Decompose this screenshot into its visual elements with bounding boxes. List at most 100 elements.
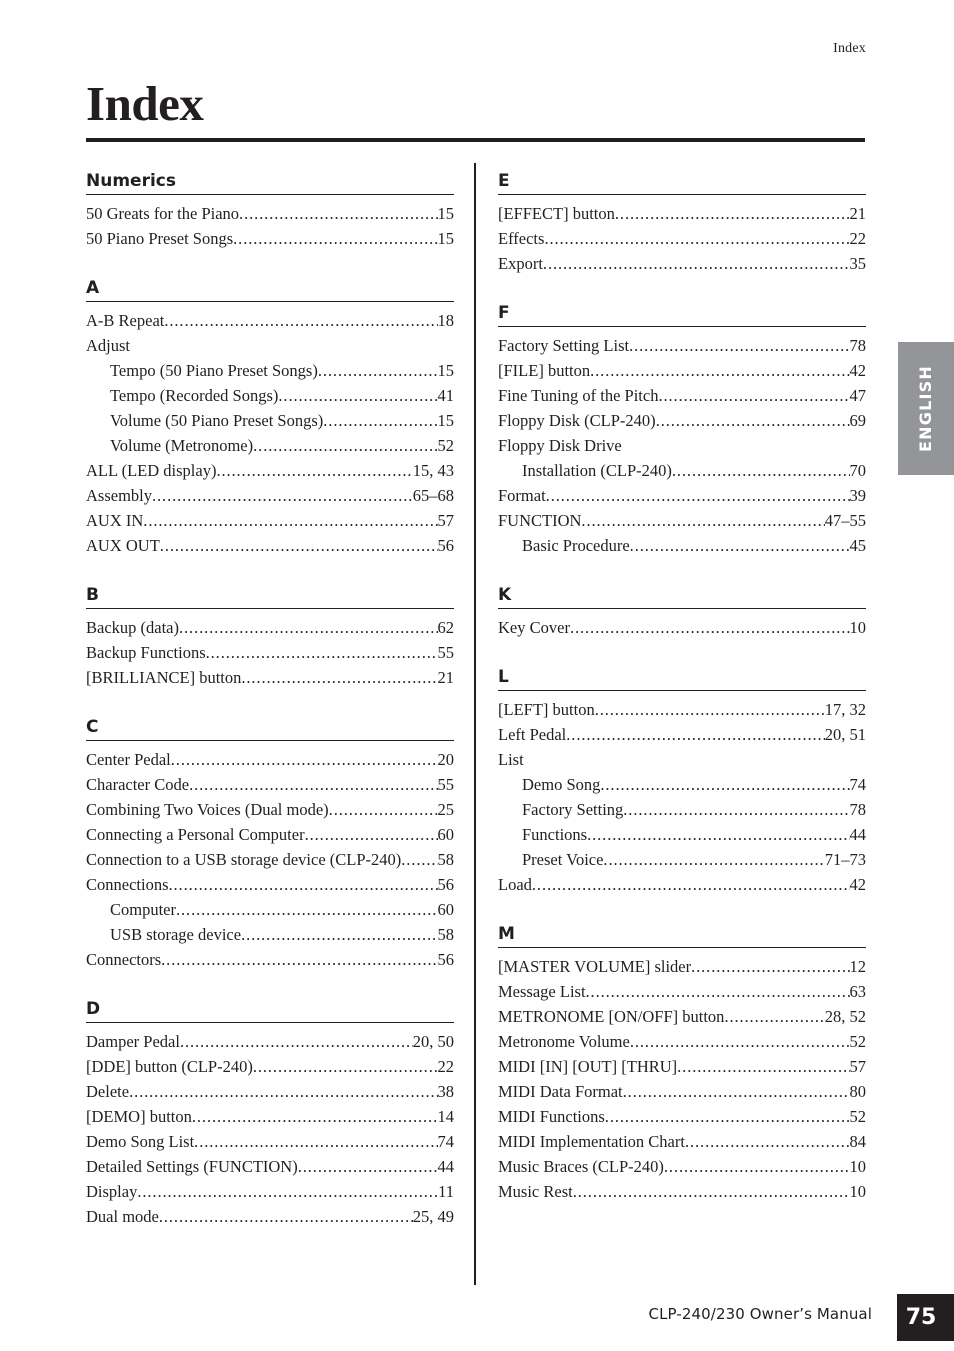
index-entry[interactable]: Left Pedal 20, 51	[498, 722, 866, 747]
index-entry[interactable]: Metronome Volume 52	[498, 1029, 866, 1054]
index-entry[interactable]: Delete 38	[86, 1079, 454, 1104]
index-entry-label: Preset Voice	[522, 850, 604, 869]
section-letter-heading: K	[498, 585, 512, 605]
index-entry[interactable]: Backup Functions 55	[86, 640, 454, 665]
index-entry[interactable]: Load 42	[498, 872, 866, 897]
index-entry[interactable]: Effects 22	[498, 226, 866, 251]
index-section-numerics: Numerics50 Greats for the Piano1550 Pian…	[86, 171, 454, 251]
index-entry[interactable]: Connectors 56	[86, 947, 454, 972]
index-entry-page-number: 22	[849, 229, 867, 248]
index-entry[interactable]: Display 11	[86, 1179, 454, 1204]
leader-dots	[164, 308, 437, 333]
index-entry[interactable]: Center Pedal 20	[86, 747, 454, 772]
index-entry[interactable]: Installation (CLP-240) 70	[498, 458, 866, 483]
leader-dots	[677, 1054, 849, 1079]
index-entry[interactable]: Factory Setting List 78	[498, 333, 866, 358]
index-entry[interactable]: Music Rest 10	[498, 1179, 866, 1204]
index-entry[interactable]: USB storage device 58	[86, 922, 454, 947]
index-entry[interactable]: Connections 56	[86, 872, 454, 897]
index-entry[interactable]: Floppy Disk (CLP-240) 69	[498, 408, 866, 433]
index-entry[interactable]: Tempo (Recorded Songs) 41	[86, 383, 454, 408]
index-entry[interactable]: Message List 63	[498, 979, 866, 1004]
leader-dots	[581, 508, 824, 533]
index-entry[interactable]: Basic Procedure 45	[498, 533, 866, 558]
index-entry[interactable]: METRONOME [ON/OFF] button 28, 52	[498, 1004, 866, 1029]
index-entry[interactable]: Factory Setting 78	[498, 797, 866, 822]
index-entry-label: USB storage device	[110, 925, 242, 944]
index-entry[interactable]: MIDI Implementation Chart 84	[498, 1129, 866, 1154]
leader-dots	[253, 1054, 438, 1079]
index-entry[interactable]: Music Braces (CLP-240) 10	[498, 1154, 866, 1179]
index-entry[interactable]: [LEFT] button 17, 32	[498, 697, 866, 722]
index-entry[interactable]: [MASTER VOLUME] slider 12	[498, 954, 866, 979]
leader-dots	[600, 772, 849, 797]
index-entry[interactable]: Assembly 65–68	[86, 483, 454, 508]
index-entry[interactable]: Detailed Settings (FUNCTION) 44	[86, 1154, 454, 1179]
index-entry[interactable]: Export 35	[498, 251, 866, 276]
index-entry-label: Display	[86, 1182, 138, 1201]
index-entry-label: Backup Functions	[86, 643, 206, 662]
leader-dots	[179, 615, 438, 640]
section-rule	[498, 608, 866, 609]
index-entry-page-number: 12	[849, 957, 867, 976]
index-entry-page-number: 15	[437, 229, 455, 248]
index-entry[interactable]: [FILE] button 42	[498, 358, 866, 383]
leader-dots	[629, 333, 849, 358]
index-entry[interactable]: Demo Song 74	[498, 772, 866, 797]
index-entry[interactable]: ALL (LED display) 15, 43	[86, 458, 454, 483]
index-entry[interactable]: AUX IN 57	[86, 508, 454, 533]
section-letter-heading: D	[86, 999, 101, 1019]
index-entry[interactable]: Adjust	[86, 333, 454, 358]
index-entry[interactable]: Computer 60	[86, 897, 454, 922]
index-entry[interactable]: FUNCTION 47–55	[498, 508, 866, 533]
index-entry[interactable]: MIDI [IN] [OUT] [THRU] 57	[498, 1054, 866, 1079]
index-entry[interactable]: Character Code 55	[86, 772, 454, 797]
index-entry-page-number: 44	[437, 1157, 455, 1176]
index-entry-label: 50 Piano Preset Songs	[86, 229, 234, 248]
index-entry-label: MIDI Implementation Chart	[498, 1132, 685, 1151]
index-entry[interactable]: Connecting a Personal Computer 60	[86, 822, 454, 847]
index-entry[interactable]: Volume (50 Piano Preset Songs) 15	[86, 408, 454, 433]
index-entry[interactable]: Backup (data) 62	[86, 615, 454, 640]
section-rule	[498, 690, 866, 691]
index-entry[interactable]: Demo Song List 74	[86, 1129, 454, 1154]
index-entry[interactable]: 50 Greats for the Piano 15	[86, 201, 454, 226]
index-entry-page-number: 21	[849, 204, 867, 223]
index-entry[interactable]: Volume (Metronome) 52	[86, 433, 454, 458]
section-rule	[498, 326, 866, 327]
index-entry[interactable]: Format 39	[498, 483, 866, 508]
index-entry[interactable]: Dual mode 25, 49	[86, 1204, 454, 1229]
index-entry[interactable]: Tempo (50 Piano Preset Songs) 15	[86, 358, 454, 383]
section-rule	[86, 194, 454, 195]
index-entry[interactable]: MIDI Data Format 80	[498, 1079, 866, 1104]
leader-dots	[129, 1079, 437, 1104]
index-entry[interactable]: [DDE] button (CLP-240) 22	[86, 1054, 454, 1079]
index-entry-label: MIDI Data Format	[498, 1082, 623, 1101]
index-entry[interactable]: Fine Tuning of the Pitch 47	[498, 383, 866, 408]
index-entry[interactable]: AUX OUT 56	[86, 533, 454, 558]
index-entry[interactable]: Connection to a USB storage device (CLP-…	[86, 847, 454, 872]
leader-dots	[658, 383, 849, 408]
index-entry[interactable]: A-B Repeat 18	[86, 308, 454, 333]
leader-dots	[685, 1129, 850, 1154]
index-entry-label: Music Rest	[498, 1182, 573, 1201]
footer-manual-title: CLP-240/230 Owner’s Manual	[648, 1305, 872, 1323]
index-entry-page-number: 35	[849, 254, 867, 273]
index-entry[interactable]: Combining Two Voices (Dual mode) 25	[86, 797, 454, 822]
index-entry[interactable]: List	[498, 747, 866, 772]
index-entry[interactable]: Preset Voice 71–73	[498, 847, 866, 872]
leader-dots	[724, 1004, 824, 1029]
index-entry[interactable]: Functions 44	[498, 822, 866, 847]
index-entry[interactable]: Floppy Disk Drive	[498, 433, 866, 458]
section-letter-heading: B	[86, 585, 99, 605]
index-entry[interactable]: [DEMO] button 14	[86, 1104, 454, 1129]
index-entry[interactable]: 50 Piano Preset Songs 15	[86, 226, 454, 251]
index-entry[interactable]: Damper Pedal 20, 50	[86, 1029, 454, 1054]
index-entry[interactable]: [EFFECT] button 21	[498, 201, 866, 226]
index-entry[interactable]: MIDI Functions 52	[498, 1104, 866, 1129]
leader-dots	[137, 1179, 438, 1204]
index-entry[interactable]: Key Cover 10	[498, 615, 866, 640]
running-head: Index	[833, 41, 866, 56]
index-entry[interactable]: [BRILLIANCE] button 21	[86, 665, 454, 690]
index-entry-page-number: 52	[437, 436, 455, 455]
